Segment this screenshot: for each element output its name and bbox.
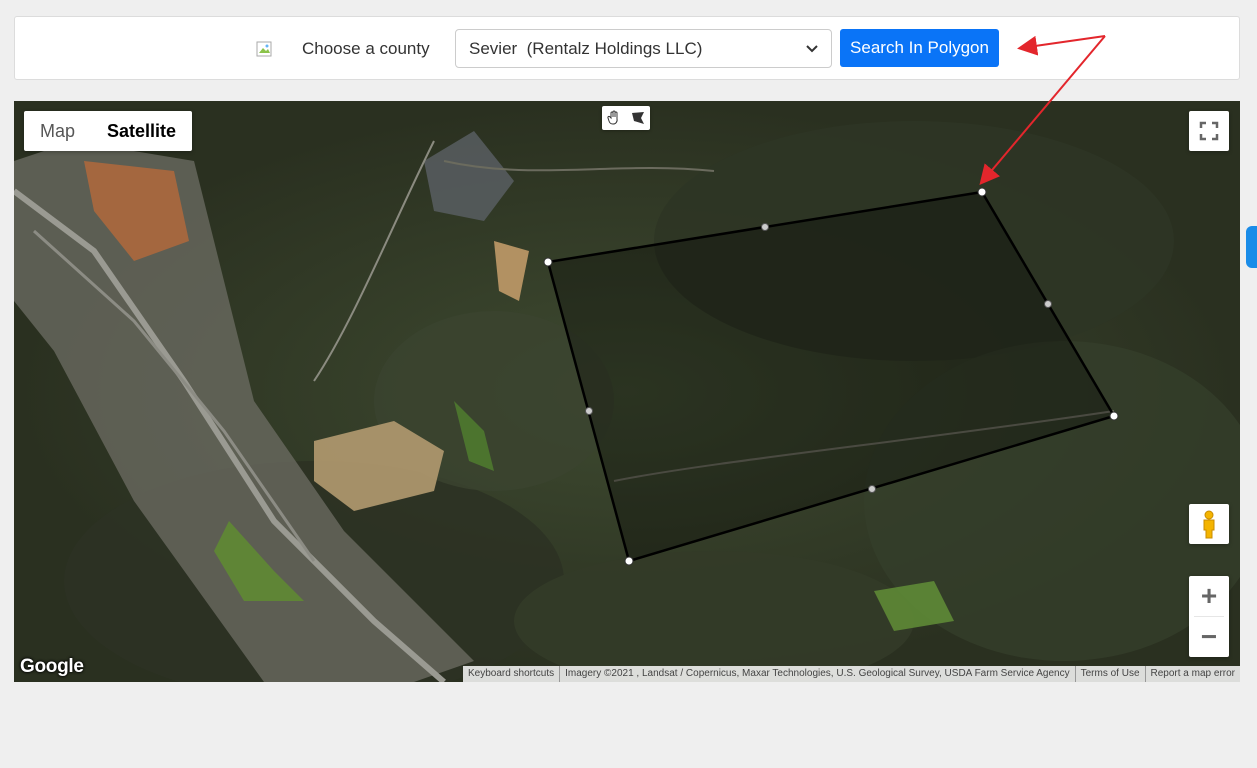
county-select[interactable]: Sevier (Rentalz Holdings LLC) (455, 29, 832, 68)
zoom-control: + − (1189, 576, 1229, 657)
fullscreen-button[interactable] (1189, 111, 1229, 151)
fullscreen-icon (1199, 121, 1219, 141)
terms-of-use-link[interactable]: Terms of Use (1074, 666, 1145, 682)
keyboard-shortcuts-link[interactable]: Keyboard shortcuts (463, 666, 559, 682)
search-in-polygon-button[interactable]: Search In Polygon (840, 29, 999, 67)
zoom-in-button[interactable]: + (1189, 576, 1229, 616)
pegman-icon (1203, 510, 1215, 539)
imagery-credit: Imagery ©2021 , Landsat / Copernicus, Ma… (559, 666, 1074, 682)
chevron-down-icon (806, 45, 818, 53)
map-type-map[interactable]: Map (24, 111, 91, 151)
zoom-out-button[interactable]: − (1189, 617, 1229, 657)
drawn-polygon[interactable] (14, 101, 1240, 682)
satellite-map[interactable]: Map Satellite + − Google Keyboard shortc… (14, 101, 1240, 682)
county-label: Choose a county (302, 39, 430, 58)
map-type-control: Map Satellite (24, 111, 193, 151)
county-selected-value: Sevier (Rentalz Holdings LLC) (469, 39, 703, 58)
hand-icon[interactable] (602, 106, 626, 130)
street-view-button[interactable] (1189, 504, 1229, 544)
report-map-error-link[interactable]: Report a map error (1144, 666, 1240, 682)
google-logo: Google (20, 656, 84, 677)
county-toolbar: Choose a county Sevier (Rentalz Holdings… (14, 16, 1240, 80)
broken-image-icon (256, 41, 272, 57)
polygon-icon[interactable] (626, 106, 650, 130)
drawing-toolbar (602, 106, 650, 130)
side-feedback-tab[interactable] (1246, 226, 1257, 268)
map-attribution: Keyboard shortcuts Imagery ©2021 , Lands… (462, 666, 1240, 682)
map-type-satellite[interactable]: Satellite (91, 111, 192, 151)
